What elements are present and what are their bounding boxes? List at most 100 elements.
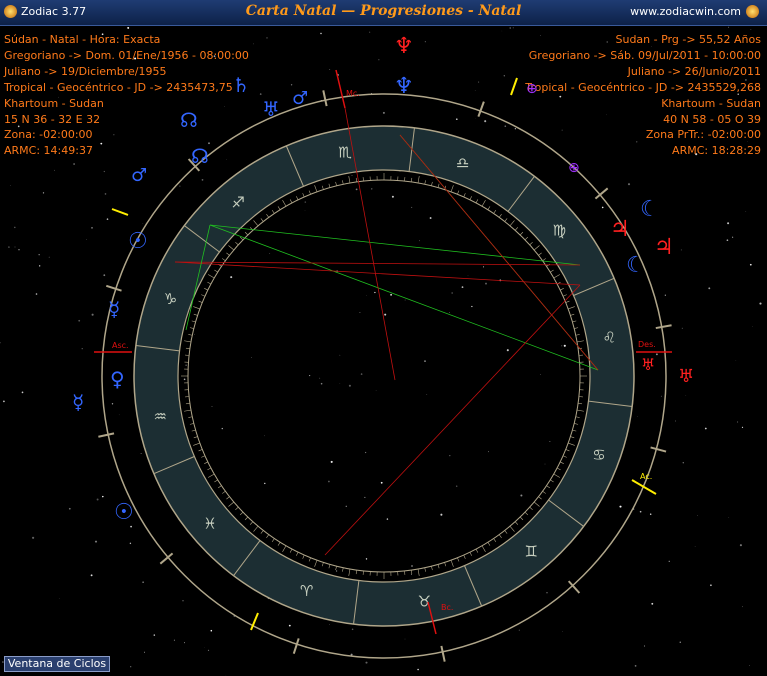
degree-tick (553, 274, 560, 279)
degree-tick (519, 516, 524, 521)
degree-tick (444, 562, 447, 567)
house-cusp-tick (322, 90, 328, 107)
degree-tick (570, 313, 575, 316)
uranus-red-icon: ♅ (641, 355, 655, 374)
mercury-outer-icon: ☿ (72, 390, 84, 414)
degree-tick (529, 506, 533, 511)
degree-tick (509, 525, 515, 532)
degree-tick (235, 241, 239, 246)
degree-tick (463, 193, 466, 198)
degree-tick (184, 340, 192, 343)
degree-tick (424, 180, 426, 185)
uranus-red-outer-icon: ♅ (678, 366, 694, 387)
degree-tick (222, 490, 226, 494)
uranus-icon: ♅ (262, 97, 280, 121)
degree-tick (568, 306, 575, 310)
degree-tick (417, 568, 420, 576)
degree-tick (201, 455, 206, 458)
sun-icon: ☉ (128, 229, 148, 254)
degree-tick (572, 320, 577, 323)
degree-tick (355, 570, 358, 575)
zodiac-sign-glyph: ♑ (164, 290, 177, 308)
aspect-line (174, 261, 581, 266)
degree-tick (533, 245, 540, 251)
degree-tick (572, 429, 577, 432)
aspect-line (209, 224, 599, 371)
house-cusp-tick (440, 645, 446, 662)
degree-tick (514, 521, 519, 525)
zodiac-ring (134, 126, 634, 626)
jupiter-outer-icon: ♃ (654, 235, 674, 260)
degree-tick (226, 252, 230, 256)
degree-tick (249, 521, 254, 525)
degree-tick (457, 557, 460, 562)
degree-tick (570, 436, 575, 439)
sun-outer-icon: ☉ (114, 500, 134, 525)
degree-tick (235, 506, 239, 511)
degree-tick (201, 294, 206, 297)
degree-tick (228, 245, 235, 251)
degree-tick (498, 214, 502, 218)
degree-tick (193, 442, 200, 446)
degree-tick (260, 218, 264, 222)
degree-tick (562, 294, 567, 297)
degree-tick (314, 560, 318, 567)
degree-tick (463, 554, 466, 559)
degree-tick (321, 185, 324, 190)
zodiac-sign-glyph: ♋ (592, 446, 605, 464)
degree-tick (509, 220, 515, 227)
degree-tick (222, 258, 226, 262)
degree-tick (277, 206, 281, 210)
degree-tick (524, 236, 529, 241)
house-cusp-tick (655, 324, 672, 330)
degree-tick (431, 566, 433, 571)
house-cusp-tick (98, 432, 115, 438)
degree-tick (493, 210, 497, 214)
degree-tick (193, 313, 198, 316)
degree-tick (504, 530, 508, 534)
neptune-icon: ♆ (394, 74, 414, 99)
degree-tick (228, 501, 235, 507)
degree-tick (214, 269, 218, 273)
degree-tick (266, 534, 270, 538)
saturn-icon: ♄ (232, 73, 250, 97)
degree-tick (218, 485, 222, 489)
degree-tick (296, 196, 299, 200)
degree-tick (289, 548, 293, 553)
degree-tick (226, 496, 230, 500)
asc-label: Asc. (112, 341, 129, 350)
degree-tick (204, 288, 208, 291)
venus-icon: ♀ (110, 367, 125, 391)
zodiac-sign-glyph: ♊ (525, 543, 538, 561)
degree-tick (185, 402, 190, 405)
jupiter-icon: ♃ (610, 217, 630, 242)
degree-tick (562, 455, 567, 458)
natal-chart-wheel[interactable]: ♈♉♊♋♌♍♎♏♐♑♒♓ Mc. Asc. Des. Bc. Ac. ♆ ♆ ♄… (0, 0, 767, 676)
degree-tick (207, 281, 212, 285)
house-cusp-tick (650, 446, 667, 453)
degree-tick (193, 306, 200, 310)
degree-tick (560, 288, 564, 291)
degree-tick (253, 220, 259, 227)
pluto-icon: ⊕ (526, 81, 538, 97)
degree-tick (417, 176, 420, 184)
degree-tick (450, 185, 454, 192)
degree-tick (576, 409, 584, 412)
degree-tick (450, 560, 454, 567)
moon-outer-icon: ☾ (640, 197, 660, 222)
degree-tick (193, 436, 198, 439)
degree-tick (348, 176, 351, 184)
degree-tick (431, 181, 433, 186)
moon-icon: ☾ (626, 253, 646, 278)
cycles-window-button[interactable]: Ventana de Ciclos (4, 656, 110, 672)
degree-tick (574, 327, 579, 329)
degree-tick (342, 567, 344, 572)
pluto-inner-icon: ⊕ (568, 160, 580, 176)
zodiac-sign-glyph: ♍ (553, 221, 566, 239)
degree-tick (529, 241, 533, 246)
node-inner-icon: ☊ (191, 144, 209, 168)
degree-tick (565, 300, 570, 303)
degree-tick (282, 200, 287, 207)
degree-tick (568, 442, 575, 446)
degree-tick (260, 530, 264, 534)
